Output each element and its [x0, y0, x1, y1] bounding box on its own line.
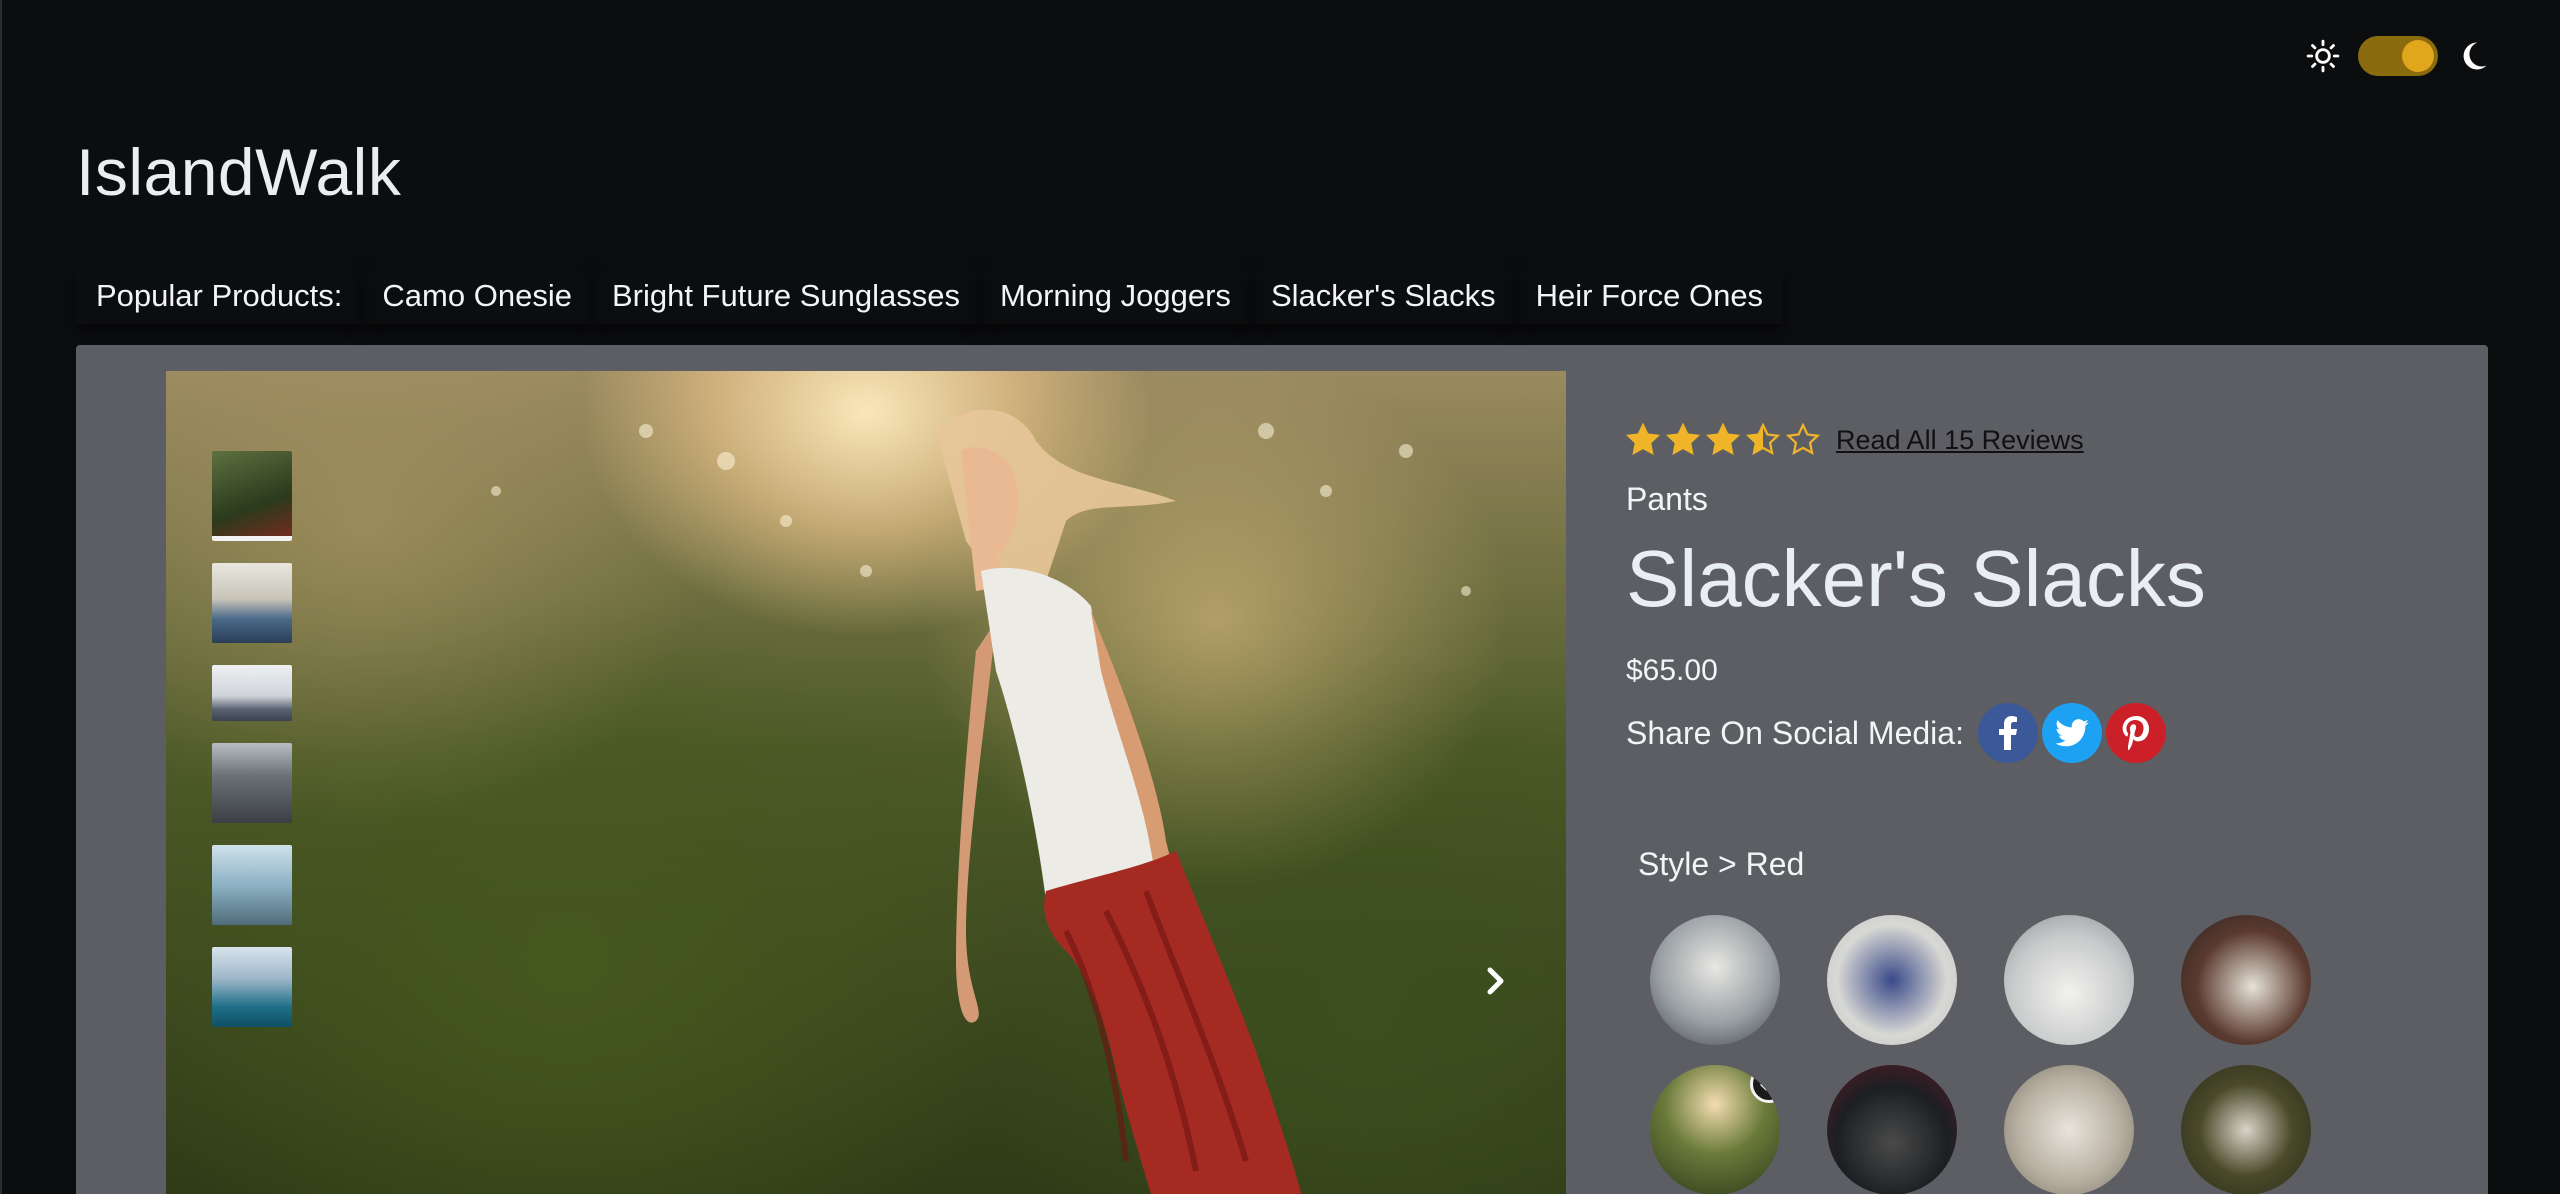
- thumbnail-3[interactable]: [212, 665, 292, 721]
- star-full-icon: [1706, 423, 1740, 456]
- selected-check-icon: [1750, 1065, 1780, 1103]
- facebook-icon: [1998, 716, 2017, 750]
- style-option-6[interactable]: [1827, 1065, 1957, 1194]
- star-empty-icon: [1786, 423, 1820, 456]
- thumbnail-4[interactable]: [212, 743, 292, 823]
- facebook-share-button[interactable]: [1977, 703, 2038, 763]
- style-selector: [1650, 915, 2311, 1194]
- theme-toggle-switch[interactable]: [2358, 36, 2438, 76]
- theme-toggle[interactable]: [2306, 36, 2490, 76]
- next-image-button[interactable]: [1476, 951, 1516, 1011]
- star-rating: [1626, 423, 1820, 457]
- thumbnail-6[interactable]: [212, 947, 292, 1027]
- thumbnail-5[interactable]: [212, 845, 292, 925]
- nav-item-heir-force-ones[interactable]: Heir Force Ones: [1516, 268, 1783, 324]
- style-label: Style > Red: [1638, 846, 1805, 882]
- product-price: $65.00: [1626, 654, 1718, 687]
- twitter-icon: [2055, 719, 2089, 747]
- popular-products-label: Popular Products:: [76, 268, 362, 324]
- product-panel: Read All 15 Reviews Pants Slacker's Slac…: [76, 345, 2488, 1194]
- read-reviews-link[interactable]: Read All 15 Reviews: [1836, 425, 2084, 456]
- nav-item-morning-joggers[interactable]: Morning Joggers: [980, 268, 1251, 324]
- product-title: Slacker's Slacks: [1626, 534, 2206, 623]
- pinterest-share-button[interactable]: [2105, 703, 2166, 763]
- style-option-4[interactable]: [2181, 915, 2311, 1045]
- product-category: Pants: [1626, 481, 1708, 517]
- style-option-7[interactable]: [2004, 1065, 2134, 1194]
- toggle-knob: [2402, 40, 2434, 72]
- share-label: Share On Social Media:: [1626, 714, 1964, 751]
- thumbnail-2[interactable]: [212, 563, 292, 643]
- brand-logo[interactable]: IslandWalk: [76, 134, 401, 210]
- style-option-8[interactable]: [2181, 1065, 2311, 1194]
- style-option-1[interactable]: [1650, 915, 1780, 1045]
- star-half-icon: [1746, 423, 1780, 456]
- product-image-gallery: [166, 371, 1566, 1194]
- nav-item-camo-onesie[interactable]: Camo Onesie: [362, 268, 592, 324]
- pinterest-icon: [2122, 716, 2149, 750]
- sun-icon: [2306, 39, 2340, 73]
- thumbnail-1[interactable]: [212, 451, 292, 541]
- popular-products-nav: Popular Products: Camo Onesie Bright Fut…: [76, 268, 1783, 324]
- star-full-icon: [1666, 423, 1700, 456]
- nav-item-bright-future-sunglasses[interactable]: Bright Future Sunglasses: [592, 268, 980, 324]
- style-option-3[interactable]: [2004, 915, 2134, 1045]
- star-full-icon: [1626, 423, 1660, 456]
- style-option-2[interactable]: [1827, 915, 1957, 1045]
- twitter-share-button[interactable]: [2041, 703, 2102, 763]
- main-product-image: [491, 409, 1471, 1194]
- thumbnail-list: [212, 451, 292, 1027]
- share-row: Share On Social Media:: [1626, 703, 2166, 763]
- page: IslandWalk Popular Products: Camo Onesie…: [0, 0, 2560, 1194]
- style-option-5[interactable]: [1650, 1065, 1780, 1194]
- rating-row: Read All 15 Reviews: [1626, 423, 2084, 457]
- moon-icon: [2463, 42, 2487, 70]
- chevron-right-icon: [1487, 967, 1504, 995]
- nav-item-slackers-slacks[interactable]: Slacker's Slacks: [1251, 268, 1516, 324]
